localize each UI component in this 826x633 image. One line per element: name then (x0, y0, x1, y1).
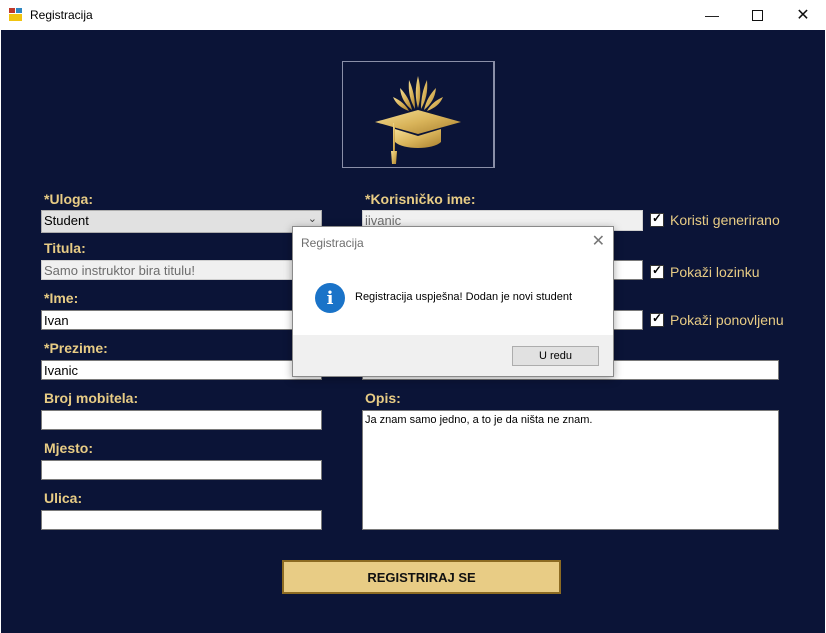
koristi-generirano-label: Koristi generirano (670, 212, 780, 228)
pokazi-lozinku-checkbox[interactable]: Pokaži lozinku (650, 263, 760, 280)
checkbox-checked-icon (650, 311, 664, 327)
pokazi-ponovljenu-checkbox[interactable]: Pokaži ponovljenu (650, 311, 784, 328)
minimize-button[interactable]: — (689, 0, 735, 30)
pokazi-lozinku-label: Pokaži lozinku (670, 264, 760, 280)
dialog-title: Registracija (301, 236, 364, 250)
mjesto-input[interactable] (41, 460, 322, 480)
graduation-cap-icon (375, 76, 461, 164)
koristi-generirano-checkbox[interactable]: Koristi generirano (650, 211, 780, 228)
message-dialog: Registracija ✕ i Registracija uspješna! … (292, 226, 614, 377)
ulica-label: Ulica: (44, 490, 83, 506)
ok-button[interactable]: U redu (512, 346, 599, 366)
close-icon: ✕ (591, 233, 605, 250)
close-window-button[interactable]: ✕ (780, 0, 826, 30)
checkbox-checked-icon (650, 263, 664, 279)
uloga-label: *Uloga: (44, 191, 93, 207)
titula-label: Titula: (44, 240, 86, 256)
titula-input: Samo instruktor bira titulu! (41, 260, 322, 280)
info-icon: i (315, 283, 345, 313)
uloga-value: Student (44, 213, 89, 228)
prezime-input[interactable]: Ivanic (41, 360, 322, 380)
uloga-select[interactable]: Student ⌄ (41, 210, 322, 233)
mobitel-input[interactable] (41, 410, 322, 430)
prezime-label: *Prezime: (44, 340, 108, 356)
dialog-message: Registracija uspješna! Dodan je novi stu… (355, 291, 573, 303)
window-title: Registracija (30, 8, 93, 22)
ulica-input[interactable] (41, 510, 322, 530)
mjesto-label: Mjesto: (44, 440, 93, 456)
title-bar: Registracija — ✕ (0, 0, 826, 30)
pokazi-ponovljenu-label: Pokaži ponovljenu (670, 312, 784, 328)
opis-textarea[interactable]: Ja znam samo jedno, a to je da ništa ne … (362, 410, 779, 530)
maximize-button[interactable] (734, 0, 780, 30)
ime-label: *Ime: (44, 290, 79, 306)
checkbox-checked-icon (650, 211, 664, 227)
logo-divider (494, 61, 495, 168)
dialog-close-button[interactable]: ✕ (592, 231, 605, 251)
mobitel-label: Broj mobitela: (44, 390, 139, 406)
maximize-icon (751, 9, 763, 21)
ime-input[interactable]: Ivan (41, 310, 322, 330)
register-button[interactable]: REGISTRIRAJ SE (282, 560, 561, 594)
app-icon (9, 8, 22, 21)
dialog-footer: U redu (293, 335, 613, 376)
korisnicko-label: *Korisničko ime: (365, 191, 476, 207)
opis-label: Opis: (365, 390, 401, 406)
close-icon: ✕ (796, 7, 810, 24)
logo (342, 61, 494, 168)
minimize-icon: — (705, 7, 719, 23)
chevron-down-icon: ⌄ (307, 213, 317, 225)
